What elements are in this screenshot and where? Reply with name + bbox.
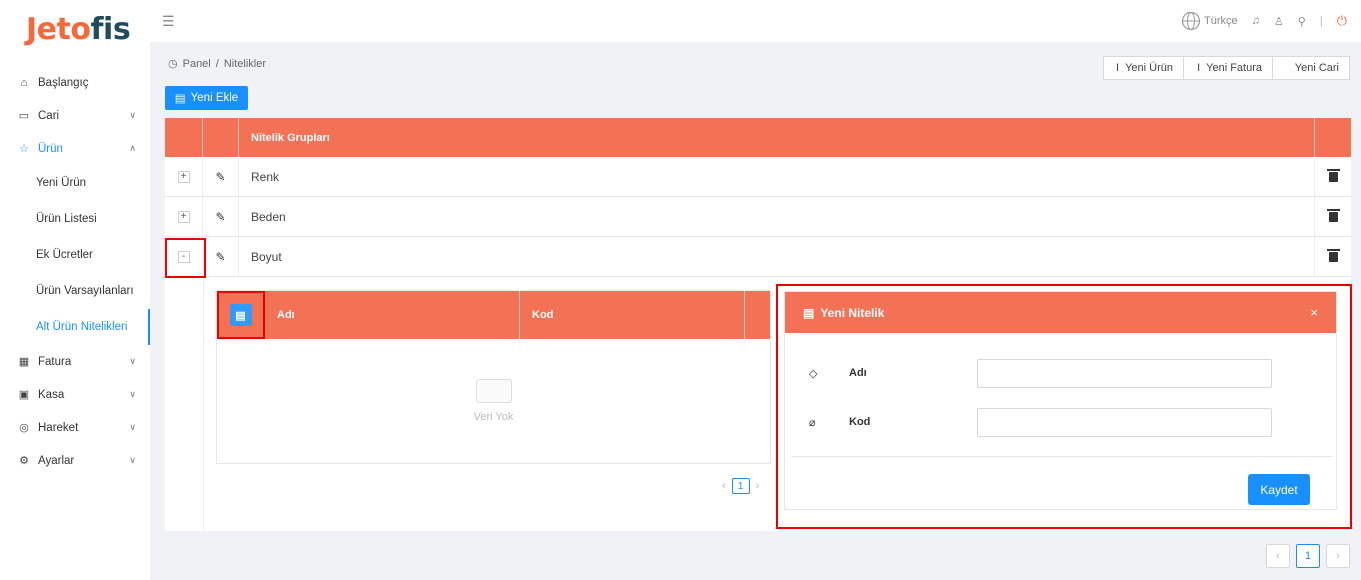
chevron-down-icon: ∨: [129, 110, 136, 120]
sidebar-item-ayarlar[interactable]: ⚙ Ayarlar ∨: [0, 444, 150, 477]
search-icon[interactable]: ⚲: [1298, 15, 1306, 28]
sidebar-item-hareket[interactable]: ◎ Hareket ∨: [0, 411, 150, 444]
sidebar-menu: ⌂ Başlangıç ▭ Cari ∨ ☆ Ürün ∧ Yeni Ürün Ürün …: [0, 66, 150, 477]
sidebar-subitem-alt-urun-nitelikleri[interactable]: Alt Ürün Nitelikleri: [0, 309, 150, 345]
code-input[interactable]: [977, 407, 1272, 437]
file-add-icon: ▤: [174, 93, 186, 105]
edit-icon[interactable]: ✎: [215, 250, 225, 264]
sidebar-item-fatura[interactable]: ▦ Fatura ∨: [0, 345, 150, 378]
headset-icon[interactable]: ♫: [1252, 15, 1260, 27]
language-selector[interactable]: Türkçe: [1181, 11, 1238, 31]
wallet-icon: ▣: [18, 389, 30, 401]
save-button[interactable]: Kaydet: [1248, 474, 1310, 505]
quick-actions: I Yeni Ürün I Yeni Fatura Yeni Cari: [1103, 56, 1350, 80]
menu-fold-icon[interactable]: ☰: [162, 13, 175, 30]
divider: [791, 456, 1332, 457]
row-name: Beden: [239, 197, 1315, 236]
delete-icon[interactable]: [1326, 248, 1340, 262]
table-row: - ✎ Boyut: [165, 237, 1351, 277]
prev-page-icon[interactable]: ‹: [722, 480, 726, 492]
file-icon: ▤: [803, 305, 815, 320]
prev-page-button[interactable]: ‹: [1266, 544, 1290, 568]
breadcrumb: ◷ Panel / Nitelikler: [168, 57, 266, 71]
delete-icon[interactable]: [1326, 168, 1340, 182]
new-attribute-panel: ▤ Yeni Nitelik × ◇ Adı ⌀ Kod Kaydet: [784, 291, 1337, 510]
chevron-down-icon: ∨: [129, 455, 136, 465]
sidebar: Jetofis ⌂ Başlangıç ▭ Cari ∨ ☆ Ürün ∧ Yeni Ür…: [0, 0, 150, 580]
money-circle-icon: ◎: [19, 422, 29, 434]
subtable-header: ▤ Adı Kod: [217, 291, 770, 339]
expand-toggle[interactable]: +: [177, 210, 190, 223]
breadcrumb-current: Nitelikler: [223, 57, 266, 70]
sidebar-item-baslangic[interactable]: ⌂ Başlangıç: [0, 66, 150, 99]
table-header: Nitelik Grupları: [165, 118, 1351, 157]
contact-card-icon: ▭: [18, 110, 30, 122]
page-number[interactable]: 1: [1296, 544, 1320, 568]
sidebar-item-cari[interactable]: ▭ Cari ∨: [0, 99, 150, 132]
add-new-button[interactable]: ▤ Yeni Ekle: [165, 86, 248, 110]
gear-icon: ⚙: [19, 455, 29, 467]
name-input[interactable]: [977, 358, 1272, 388]
sidebar-item-urun[interactable]: ☆ Ürün ∧: [0, 132, 150, 165]
quick-yeni-cari-button[interactable]: Yeni Cari: [1273, 56, 1350, 80]
quick-yeni-fatura-button[interactable]: I Yeni Fatura: [1184, 56, 1273, 80]
column-header-name: Adı: [265, 291, 520, 339]
panel-header: ▤ Yeni Nitelik ×: [785, 292, 1336, 333]
power-icon[interactable]: ⏻: [1337, 13, 1347, 29]
breadcrumb-panel[interactable]: Panel: [183, 58, 211, 70]
top-bar: ☰ Türkçe ♫ ♙ ⚲ | ⏻: [150, 0, 1361, 42]
pagination: ‹ 1 ›: [1266, 544, 1350, 568]
sidebar-subitem-urun-varsayilanlari[interactable]: Ürün Varsayılanları: [0, 273, 150, 309]
add-attribute-button[interactable]: ▤: [229, 304, 252, 326]
expand-toggle[interactable]: +: [177, 170, 190, 183]
attributes-subtable: ▤ Adı Kod Veri Yok: [216, 290, 771, 464]
empty-tray-icon: [475, 379, 512, 403]
calculator-icon: ▦: [18, 356, 30, 368]
chevron-down-icon: ∨: [129, 422, 136, 432]
divider: |: [1319, 15, 1323, 27]
chevron-down-icon: ∨: [129, 389, 136, 399]
sidebar-subitem-yeni-urun[interactable]: Yeni Ürün: [0, 165, 150, 201]
quick-yeni-urun-button[interactable]: I Yeni Ürün: [1103, 56, 1184, 80]
table-row: + ✎ Beden: [165, 197, 1351, 237]
close-icon[interactable]: ×: [1310, 305, 1318, 320]
sidebar-subitem-urun-listesi[interactable]: Ürün Listesi: [0, 201, 150, 237]
user-icon[interactable]: ♙: [1274, 15, 1284, 28]
sidebar-item-kasa[interactable]: ▣ Kasa ∨: [0, 378, 150, 411]
empty-state: Veri Yok: [217, 339, 770, 463]
row-name: Renk: [239, 157, 1315, 196]
globe-icon: [1181, 11, 1201, 31]
sidebar-subitem-ek-ucretler[interactable]: Ek Ücretler: [0, 237, 150, 273]
chevron-up-icon: ∧: [129, 143, 136, 153]
next-page-button[interactable]: ›: [1326, 544, 1350, 568]
code-form-row: ⌀ Kod: [785, 407, 1338, 437]
table-row: + ✎ Renk: [165, 157, 1351, 197]
name-form-row: ◇ Adı: [785, 358, 1338, 388]
column-header-code: Kod: [520, 291, 745, 339]
tag-icon: ◇: [809, 367, 818, 380]
paperclip-icon: ⌀: [809, 416, 816, 429]
subtable-pagination: ‹ 1 ›: [722, 478, 759, 494]
dashboard-icon: ◷: [168, 58, 178, 70]
collapse-toggle[interactable]: -: [177, 250, 190, 263]
chevron-down-icon: ∨: [129, 356, 136, 366]
panel-title: Yeni Nitelik: [820, 305, 885, 320]
row-name: Boyut: [239, 237, 1315, 276]
column-header-attribute-groups: Nitelik Grupları: [239, 118, 1315, 157]
star-icon: ☆: [19, 143, 29, 155]
delete-icon[interactable]: [1326, 208, 1340, 222]
logo[interactable]: Jetofis: [26, 12, 131, 47]
home-icon: ⌂: [20, 76, 28, 89]
edit-icon[interactable]: ✎: [215, 210, 225, 224]
edit-icon[interactable]: ✎: [215, 170, 225, 184]
page-number[interactable]: 1: [731, 478, 750, 494]
top-bar-actions: Türkçe ♫ ♙ ⚲ | ⏻: [1181, 11, 1347, 31]
next-page-icon[interactable]: ›: [756, 480, 760, 492]
